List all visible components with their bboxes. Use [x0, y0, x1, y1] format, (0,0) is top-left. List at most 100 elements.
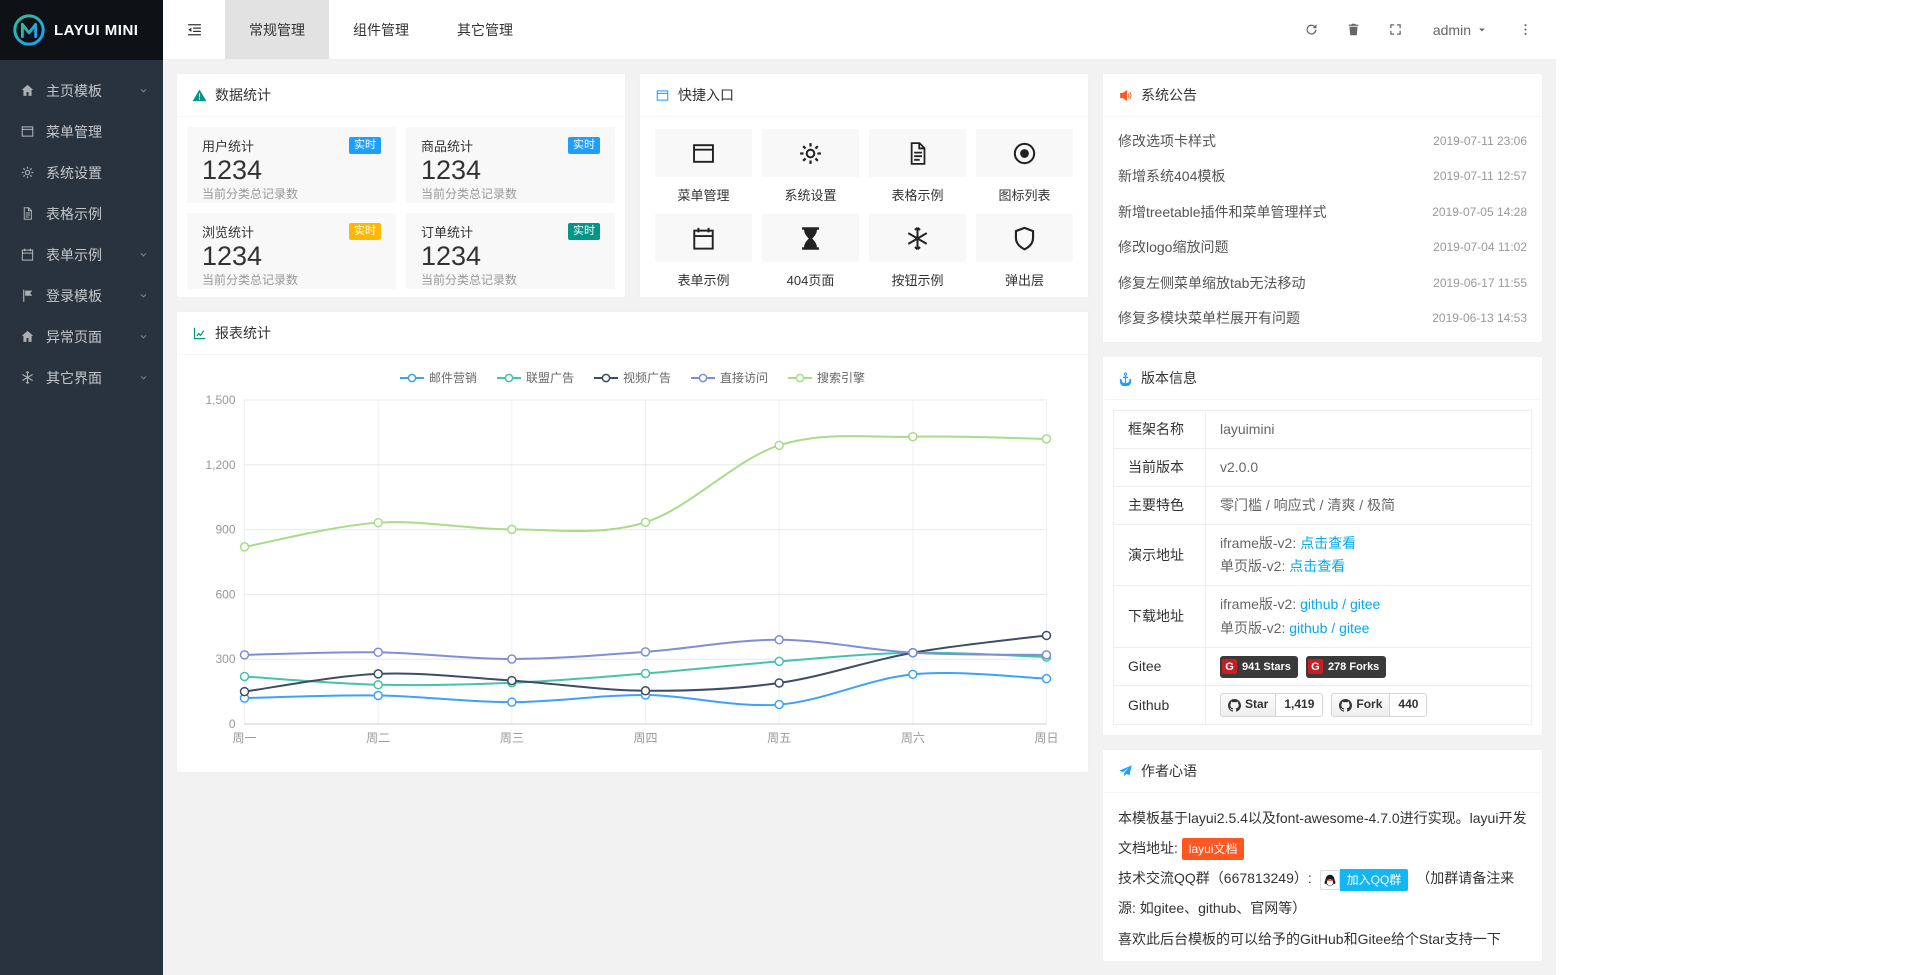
version-row-label: 框架名称 — [1114, 411, 1206, 449]
stats-panel: 数据统计 用户统计实时1234当前分类总记录数商品统计实时1234当前分类总记录… — [176, 73, 626, 298]
quick-entry[interactable]: 系统设置 — [762, 129, 859, 204]
version-row-value: 零门槛 / 响应式 / 清爽 / 极简 — [1206, 487, 1532, 525]
quick-entry[interactable]: 按钮示例 — [869, 214, 966, 289]
header: 常规管理组件管理其它管理 admin — [163, 0, 1556, 60]
quick-entry-label: 404页面 — [762, 270, 859, 289]
more-button[interactable] — [1504, 0, 1546, 59]
logo[interactable]: LAYUI MINI — [0, 0, 163, 60]
legend-item[interactable]: 直接访问 — [691, 369, 768, 386]
version-row-label: 主要特色 — [1114, 487, 1206, 525]
sidebar-item-label: 主页模板 — [46, 81, 102, 101]
svg-text:300: 300 — [215, 652, 235, 666]
layui-doc-badge[interactable]: layui文档 — [1182, 838, 1245, 860]
sidebar-item-2[interactable]: 菜单管理 — [0, 111, 163, 152]
stat-label: 商品统计 — [421, 136, 473, 155]
quick-entry[interactable]: 表单示例 — [655, 214, 752, 289]
github-badge[interactable]: Star1,419 — [1220, 693, 1323, 717]
notice-text: 修改选项卡样式 — [1118, 131, 1216, 151]
sidebar-item-1[interactable]: 主页模板 — [0, 70, 163, 111]
svg-text:600: 600 — [215, 587, 235, 601]
legend-item[interactable]: 联盟广告 — [497, 369, 574, 386]
flag-icon — [20, 288, 36, 304]
quick-entry-label: 图标列表 — [976, 185, 1073, 204]
menu-fold-button[interactable] — [163, 0, 225, 59]
github-badge[interactable]: Fork440 — [1331, 693, 1427, 717]
version-link[interactable]: github — [1289, 620, 1327, 636]
legend-item[interactable]: 搜索引擎 — [788, 369, 865, 386]
sidebar-item-label: 登录模板 — [46, 286, 102, 306]
notice-item[interactable]: 新增treetable插件和菜单管理样式2019-07-05 14:28 — [1118, 194, 1527, 230]
version-link[interactable]: github — [1300, 596, 1338, 612]
sidebar-item-5[interactable]: 表单示例 — [0, 234, 163, 275]
stat-label: 用户统计 — [202, 136, 254, 155]
legend-item[interactable]: 邮件营销 — [400, 369, 477, 386]
svg-text:周五: 周五 — [767, 731, 791, 745]
version-panel: 版本信息 框架名称layuimini当前版本v2.0.0主要特色零门槛 / 响应… — [1102, 356, 1543, 736]
main-area: 常规管理组件管理其它管理 admin 数据统计 — [163, 0, 1556, 975]
svg-text:1,200: 1,200 — [205, 458, 235, 472]
refresh-button[interactable] — [1291, 0, 1333, 59]
sidebar-item-6[interactable]: 登录模板 — [0, 275, 163, 316]
sidebar-item-7[interactable]: 异常页面 — [0, 316, 163, 357]
author-text: 本模板基于layui2.5.4以及font-awesome-4.7.0进行实现。… — [1103, 793, 1542, 962]
version-link[interactable]: gitee — [1350, 596, 1380, 612]
tab-bar: 常规管理组件管理其它管理 — [225, 0, 537, 59]
stat-label: 浏览统计 — [202, 222, 254, 241]
logo-icon — [12, 13, 46, 47]
version-link[interactable]: gitee — [1339, 620, 1369, 636]
qq-join-badge[interactable]: 加入QQ群 — [1320, 869, 1409, 891]
notice-text: 修改logo缩放问题 — [1118, 237, 1228, 257]
paper-plane-icon — [1118, 764, 1133, 779]
version-link[interactable]: 点击查看 — [1289, 558, 1345, 574]
legend-item[interactable]: 视频广告 — [594, 369, 671, 386]
author-line1: 本模板基于layui2.5.4以及font-awesome-4.7.0进行实现。… — [1118, 810, 1526, 856]
stat-value: 1234 — [202, 241, 381, 271]
svg-text:0: 0 — [229, 717, 236, 731]
quick-entry[interactable]: 图标列表 — [976, 129, 1073, 204]
panel-title: 快捷入口 — [678, 85, 734, 105]
version-row: 主要特色零门槛 / 响应式 / 清爽 / 极简 — [1114, 487, 1532, 525]
version-link[interactable]: 点击查看 — [1300, 535, 1356, 551]
user-menu[interactable]: admin — [1417, 0, 1504, 59]
sidebar-item-label: 表格示例 — [46, 204, 102, 224]
notice-item[interactable]: 修改选项卡样式2019-07-11 23:06 — [1118, 123, 1527, 159]
svg-text:周六: 周六 — [901, 731, 925, 745]
notice-text: 修复左侧菜单缩放tab无法移动 — [1118, 273, 1305, 293]
fullscreen-button[interactable] — [1375, 0, 1417, 59]
clear-cache-button[interactable] — [1333, 0, 1375, 59]
tab-3[interactable]: 其它管理 — [433, 0, 537, 59]
calendar-icon — [655, 214, 752, 262]
stat-card: 商品统计实时1234当前分类总记录数 — [406, 127, 615, 203]
stat-value: 1234 — [421, 155, 600, 185]
author-panel: 作者心语 本模板基于layui2.5.4以及font-awesome-4.7.0… — [1102, 749, 1543, 962]
stats-grid: 用户统计实时1234当前分类总记录数商品统计实时1234当前分类总记录数浏览统计… — [177, 117, 625, 299]
sidebar-item-8[interactable]: 其它界面 — [0, 357, 163, 398]
panel-title: 版本信息 — [1141, 368, 1197, 388]
home-icon — [20, 329, 36, 345]
notice-date: 2019-06-13 14:53 — [1432, 311, 1527, 325]
notice-text: 修复多模块菜单栏展开有问题 — [1118, 308, 1300, 328]
gitee-badge[interactable]: G941 Stars — [1220, 656, 1298, 678]
quick-entry[interactable]: 404页面 — [762, 214, 859, 289]
notice-item[interactable]: 修复左侧菜单缩放tab无法移动2019-06-17 11:55 — [1118, 265, 1527, 301]
panel-title: 报表统计 — [215, 323, 271, 343]
version-row: 当前版本v2.0.0 — [1114, 449, 1532, 487]
sidebar-item-4[interactable]: 表格示例 — [0, 193, 163, 234]
sidebar-item-label: 其它界面 — [46, 368, 102, 388]
notice-item[interactable]: 新增系统404模板2019-07-11 12:57 — [1118, 159, 1527, 195]
notice-panel: 系统公告 修改选项卡样式2019-07-11 23:06新增系统404模板201… — [1102, 73, 1543, 343]
quick-entry[interactable]: 弹出层 — [976, 214, 1073, 289]
tab-2[interactable]: 组件管理 — [329, 0, 433, 59]
line-chart: 03006009001,2001,500周一周二周三周四周五周六周日 — [177, 388, 1088, 755]
notice-item[interactable]: 修复多模块菜单栏展开有问题 2019-06-13 14:53 — [1118, 301, 1527, 337]
quick-entry[interactable]: 菜单管理 — [655, 129, 752, 204]
quick-entry[interactable]: 表格示例 — [869, 129, 966, 204]
sidebar-item-3[interactable]: 系统设置 — [0, 152, 163, 193]
stat-card: 订单统计实时1234当前分类总记录数 — [406, 213, 615, 289]
gitee-badge[interactable]: G278 Forks — [1306, 656, 1386, 678]
stat-card: 浏览统计实时1234当前分类总记录数 — [187, 213, 396, 289]
tab-1[interactable]: 常规管理 — [225, 0, 329, 59]
notice-date: 2019-07-05 14:28 — [1432, 205, 1527, 219]
version-row: 框架名称layuimini — [1114, 411, 1532, 449]
notice-item[interactable]: 修改logo缩放问题2019-07-04 11:02 — [1118, 230, 1527, 266]
